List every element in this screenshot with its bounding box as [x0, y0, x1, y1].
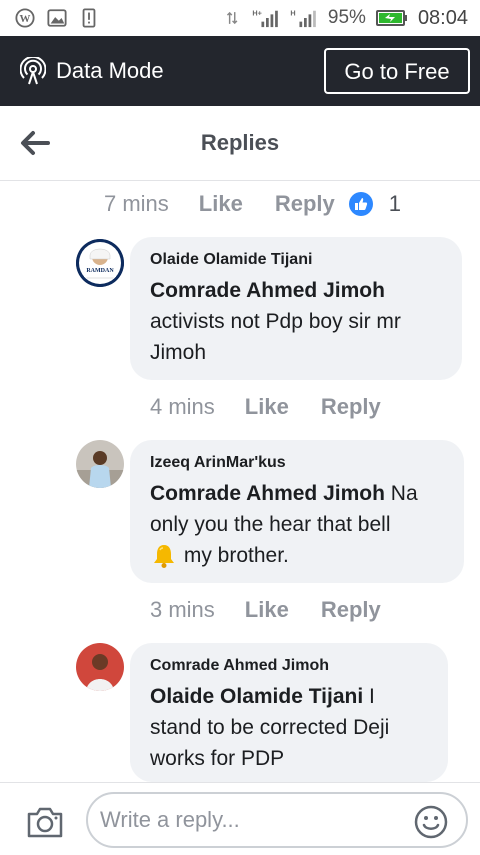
data-mode-label: Data Mode [56, 58, 164, 83]
mention-link[interactable]: Comrade Ahmed Jimoh [150, 279, 385, 302]
clock: 08:04 [417, 6, 468, 29]
mention-link[interactable]: Comrade Ahmed Jimoh [150, 482, 385, 505]
page-title: Replies [200, 130, 280, 155]
replies-header: Replies [0, 106, 480, 181]
signal-h-icon: H [290, 8, 316, 28]
avatar[interactable] [76, 643, 124, 691]
avatar-caption: RAMDAN [86, 268, 114, 274]
mention-link[interactable]: Olaide Olamide Tijani [150, 685, 363, 708]
alert-icon [82, 8, 96, 28]
avatar[interactable]: RAMDAN [76, 239, 124, 287]
like-button[interactable]: Like [245, 597, 289, 623]
reply-composer [0, 782, 480, 855]
comment-text-line3: my brother. [178, 544, 289, 567]
battery-charging-icon [375, 10, 407, 26]
comment-time: 7 mins [104, 191, 169, 216]
comment-time: 4 mins [150, 394, 215, 419]
comment-text-line3: works for PDP [150, 747, 285, 770]
reply-button[interactable]: Reply [321, 394, 381, 420]
comment-actions: 4 mins Like Reply [150, 394, 381, 420]
svg-text:H+: H+ [252, 8, 262, 17]
status-bar: W H+ H 95% 08:04 [0, 0, 480, 36]
comment-actions: 3 mins Like Reply [150, 597, 381, 623]
comment-bubble: Izeeq ArinMar'kus Comrade Ahmed Jimoh Na… [130, 440, 464, 583]
comment-text: Olaide Olamide Tijani I stand to be corr… [150, 681, 428, 774]
comment-text: Comrade Ahmed Jimoh Na only you the hear… [150, 478, 444, 571]
data-mode-icon [20, 57, 46, 85]
svg-text:H: H [290, 8, 295, 17]
data-mode-indicator: Data Mode [20, 57, 164, 85]
comment-bubble: Comrade Ahmed Jimoh Olaide Olamide Tijan… [130, 643, 448, 782]
parent-comment-actions: 7 mins Like Reply 1 [104, 191, 401, 217]
comment-text: Comrade Ahmed Jimoh activists not Pdp bo… [150, 275, 442, 368]
comment-author[interactable]: Olaide Olamide Tijani [150, 251, 442, 269]
battery-percent: 95% [327, 7, 366, 28]
comment-text-line2: stand to be corrected Deji [150, 716, 390, 739]
comment-text-line2: activists not Pdp boy sir mr [150, 310, 401, 333]
like-button[interactable]: Like [199, 191, 243, 217]
reply-input[interactable] [86, 792, 468, 848]
status-bar-system: H+ H 95% 08:04 [226, 7, 468, 30]
comment-author[interactable]: Izeeq ArinMar'kus [150, 454, 444, 472]
like-count: 1 [388, 191, 401, 216]
svg-text:W: W [20, 13, 31, 25]
emoji-icon[interactable] [414, 805, 448, 839]
like-button[interactable]: Like [245, 394, 289, 420]
comment-text-line2: only you the hear that bell [150, 513, 391, 536]
comment-author[interactable]: Comrade Ahmed Jimoh [150, 657, 428, 675]
comment-text-line1: I [363, 685, 375, 708]
data-transfer-icon [226, 11, 238, 25]
bell-emoji-icon [154, 545, 174, 569]
reply-button[interactable]: Reply [275, 191, 335, 217]
data-mode-bar: Data Mode Go to Free [0, 36, 480, 106]
go-to-free-button[interactable]: Go to Free [324, 48, 470, 94]
gallery-icon [47, 9, 67, 27]
status-bar-notifications: W [14, 8, 100, 28]
comment-text-line1: Na [384, 482, 418, 505]
camera-icon[interactable] [26, 805, 64, 839]
avatar[interactable] [76, 440, 124, 488]
comment-bubble: Olaide Olamide Tijani Comrade Ahmed Jimo… [130, 237, 462, 380]
comment-time: 3 mins [150, 597, 215, 622]
reply-button[interactable]: Reply [321, 597, 381, 623]
like-reaction-icon [348, 192, 373, 216]
comment-text-line3: Jimoh [150, 341, 207, 364]
wordpress-icon: W [15, 8, 35, 28]
signal-h-icon: H+ [252, 8, 278, 28]
